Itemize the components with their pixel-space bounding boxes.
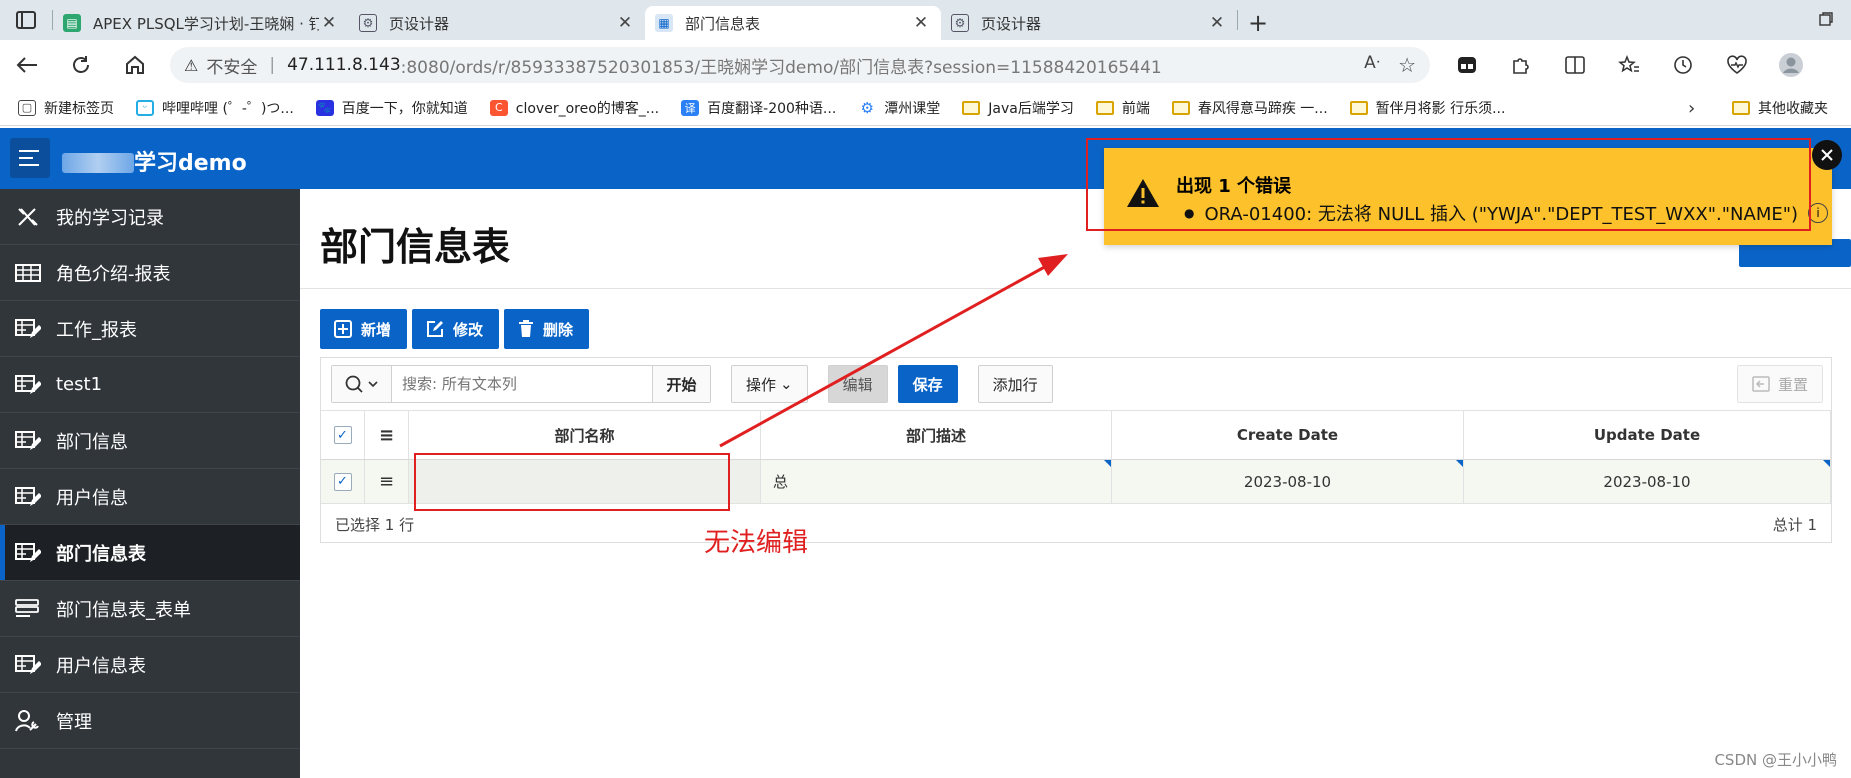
watermark: CSDN @王小小鸭 <box>1714 751 1837 769</box>
annotation-label: 无法编辑 <box>704 528 809 558</box>
annotation-arrow <box>719 254 1068 448</box>
